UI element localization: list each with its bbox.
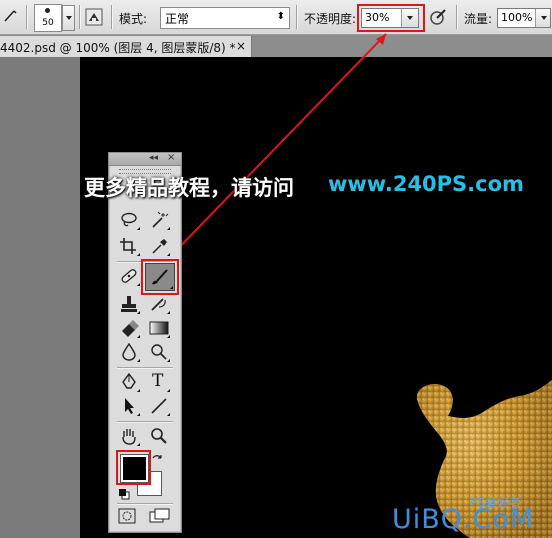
screen-mode-icon: [149, 508, 170, 523]
eraser-tool[interactable]: [117, 317, 141, 339]
clone-stamp-tool[interactable]: [117, 293, 141, 315]
dodge-tool[interactable]: [147, 341, 171, 363]
watermark-text: 更多精品教程，请访问: [84, 176, 294, 200]
default-colors-icon[interactable]: [118, 485, 130, 500]
history-brush-tool[interactable]: [147, 293, 171, 315]
magic-wand-tool[interactable]: [147, 209, 171, 231]
type-icon: T: [152, 371, 164, 391]
corner-logo: UiBQ.CoM: [392, 504, 535, 535]
magnifier-icon: [151, 428, 167, 444]
gradient-tool[interactable]: [147, 317, 171, 339]
hand-tool[interactable]: [117, 425, 141, 447]
quick-mask-button[interactable]: [118, 508, 136, 524]
type-tool[interactable]: T: [147, 371, 171, 393]
blur-tool[interactable]: [117, 341, 141, 363]
lasso-tool[interactable]: [117, 209, 141, 231]
collapse-panel-icon[interactable]: ◂◂: [149, 153, 158, 163]
path-selection-tool[interactable]: [117, 395, 141, 417]
brush-tool-highlight-box: [141, 259, 179, 295]
quick-mask-icon: [118, 508, 136, 524]
healing-brush-tool[interactable]: [117, 265, 141, 287]
foreground-color-highlight-box: [116, 450, 151, 485]
close-panel-icon[interactable]: ×: [167, 152, 175, 163]
watermark-url: www.240PS.com: [328, 172, 524, 196]
line-tool[interactable]: [147, 395, 171, 417]
tools-panel: ◂◂ × T: [108, 152, 182, 533]
swap-colors-icon[interactable]: [151, 451, 163, 463]
tools-panel-header[interactable]: ◂◂ ×: [109, 152, 181, 166]
annotation-arrows: [126, 33, 387, 454]
crop-tool[interactable]: [117, 235, 141, 257]
eyedropper-tool[interactable]: [147, 235, 171, 257]
zoom-tool[interactable]: [147, 425, 171, 447]
pen-tool[interactable]: [117, 371, 141, 393]
screen-mode-button[interactable]: [149, 508, 171, 524]
